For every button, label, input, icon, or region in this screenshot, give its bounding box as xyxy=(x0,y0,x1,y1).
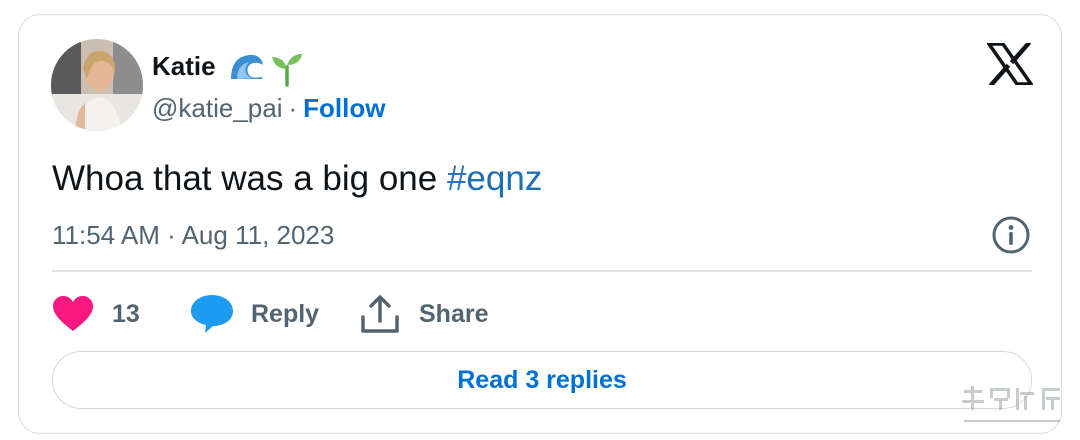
like-button[interactable]: 13 xyxy=(52,291,140,337)
x-logo-icon[interactable] xyxy=(985,40,1035,88)
avatar[interactable] xyxy=(51,39,143,131)
handle-separator: · xyxy=(288,93,298,123)
author-handle[interactable]: @katie_pai xyxy=(152,93,282,123)
reply-bubble-icon xyxy=(191,295,233,333)
seedling-emoji-icon xyxy=(269,51,305,87)
read-replies-button[interactable]: Read 3 replies xyxy=(52,351,1032,409)
share-button[interactable]: Share xyxy=(359,291,488,337)
share-label: Share xyxy=(419,299,489,328)
like-count: 13 xyxy=(112,299,140,328)
tweet-card: Katie @katie_pai · Follow Whoa that was a … xyxy=(18,14,1062,434)
handle-row: @katie_pai · Follow xyxy=(152,93,385,124)
tweet-timestamp[interactable]: 11:54 AM · Aug 11, 2023 xyxy=(52,220,334,251)
reply-button[interactable]: Reply xyxy=(189,291,319,337)
tweet-body: Whoa that was a big one xyxy=(52,159,447,198)
share-icon xyxy=(361,295,399,333)
watermark-logo xyxy=(958,382,1068,432)
reply-label: Reply xyxy=(251,299,320,328)
hashtag-link[interactable]: #eqnz xyxy=(447,159,542,198)
heart-icon xyxy=(53,296,93,331)
tweet-text: Whoa that was a big one #eqnz xyxy=(52,159,542,199)
info-icon[interactable] xyxy=(991,215,1031,255)
follow-button[interactable]: Follow xyxy=(303,93,385,123)
author-name[interactable]: Katie xyxy=(152,51,216,82)
divider xyxy=(52,270,1032,272)
